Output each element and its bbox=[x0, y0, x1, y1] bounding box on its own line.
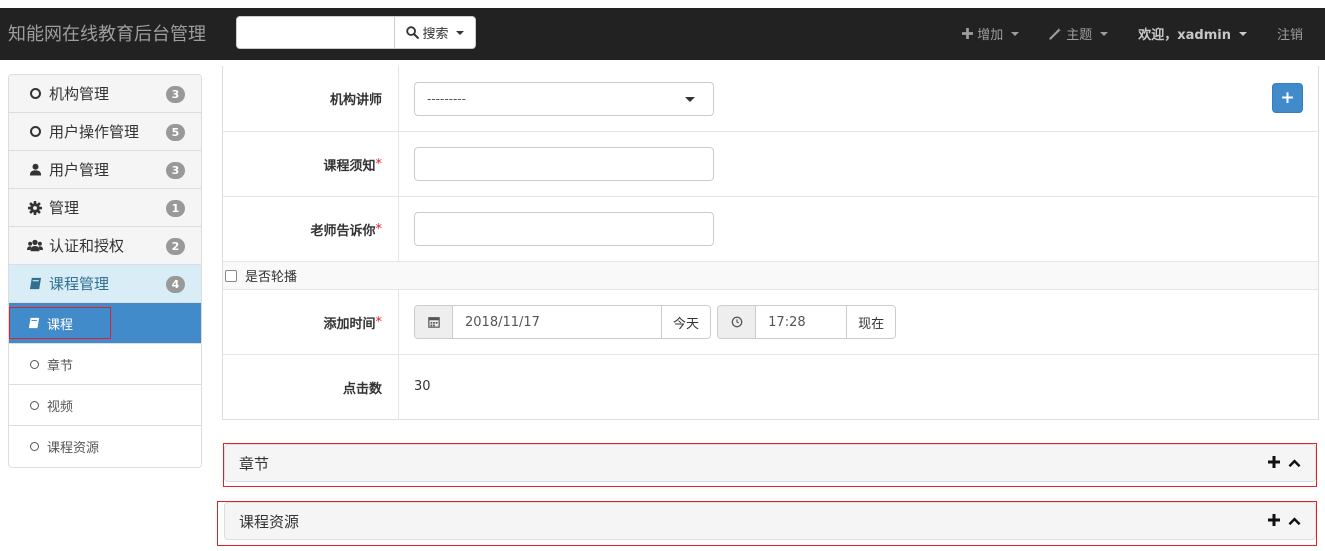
chapter-inline-panel: 章节 bbox=[224, 444, 1316, 482]
user-menu-label: 欢迎，xadmin bbox=[1138, 28, 1231, 43]
sidebar-subitem-chapter[interactable]: 章节 bbox=[9, 344, 201, 385]
theme-menu-label: 主题 bbox=[1066, 28, 1093, 43]
form-row-teacher-tell: 老师告诉你 * bbox=[223, 197, 1318, 262]
count-badge: 4 bbox=[166, 276, 185, 293]
sidebar-subitem-label: 视频 bbox=[47, 399, 74, 415]
chevron-down-icon bbox=[455, 30, 464, 35]
sidebar-item-label: 用户操作管理 bbox=[49, 123, 140, 141]
chevron-down-icon bbox=[685, 96, 695, 102]
magic-wand-icon bbox=[1049, 27, 1062, 40]
panel-title: 课程资源 bbox=[239, 512, 300, 531]
count-badge: 1 bbox=[166, 200, 185, 217]
nav-right: 增加 主题 欢迎，xadmin 注销 bbox=[962, 16, 1303, 51]
selection-outline bbox=[9, 307, 111, 339]
sidebar-subitem-course[interactable]: 课程 bbox=[9, 303, 201, 344]
form-row-teacher: 机构讲师 --------- + bbox=[223, 66, 1318, 132]
sidebar-item-label: 用户管理 bbox=[49, 161, 110, 179]
sidebar-subitem-label: 课程资源 bbox=[47, 441, 100, 456]
search-icon bbox=[406, 26, 420, 39]
date-input-group: 2018/11/17 今天 bbox=[414, 305, 712, 339]
circle-icon bbox=[29, 442, 39, 451]
search-button[interactable]: 搜索 bbox=[394, 17, 475, 48]
logout-link[interactable]: 注销 bbox=[1277, 24, 1303, 43]
required-mark: * bbox=[375, 156, 383, 172]
field-label: 点击数 bbox=[223, 355, 399, 420]
form-row-banner: 是否轮播 bbox=[223, 262, 1318, 290]
calendar-icon bbox=[415, 306, 453, 338]
required-mark: * bbox=[375, 221, 383, 237]
clock-icon bbox=[718, 306, 757, 338]
time-input[interactable]: 17:28 bbox=[756, 306, 847, 338]
add-teacher-button[interactable]: + bbox=[1272, 83, 1303, 113]
user-icon bbox=[29, 163, 41, 176]
sidebar-item-label: 认证和授权 bbox=[49, 237, 125, 255]
circle-icon bbox=[29, 88, 41, 99]
select-value: --------- bbox=[427, 92, 466, 106]
circle-icon bbox=[29, 400, 39, 410]
chevron-down-icon bbox=[1238, 31, 1247, 36]
field-label: 老师告诉你 * bbox=[223, 197, 399, 261]
clicks-value: 30 bbox=[414, 379, 431, 394]
count-badge: 3 bbox=[166, 86, 185, 103]
circle-icon bbox=[29, 126, 41, 137]
count-badge: 2 bbox=[166, 238, 185, 255]
resource-inline-panel: 课程资源 bbox=[224, 502, 1316, 540]
logout-label: 注销 bbox=[1276, 28, 1303, 43]
teacher-tell-input[interactable] bbox=[414, 212, 714, 246]
date-input[interactable]: 2018/11/17 bbox=[453, 306, 661, 338]
sidebar-subitem-video[interactable]: 视频 bbox=[9, 385, 201, 426]
today-button[interactable]: 今天 bbox=[661, 306, 711, 338]
chevron-down-icon bbox=[1100, 31, 1109, 36]
sidebar-item-label: 管理 bbox=[49, 199, 80, 217]
plus-icon bbox=[962, 28, 974, 39]
sidebar-item-auth[interactable]: 认证和授权 2 bbox=[9, 227, 201, 265]
banner-label: 是否轮播 bbox=[245, 270, 298, 285]
sidebar-item-course-mgmt[interactable]: 课程管理 4 bbox=[9, 265, 201, 303]
theme-menu[interactable]: 主题 bbox=[1049, 24, 1109, 43]
field-label: 添加时间 * bbox=[223, 290, 399, 354]
required-mark: * bbox=[375, 314, 383, 330]
add-menu-label: 增加 bbox=[977, 28, 1004, 43]
chevron-up-icon[interactable] bbox=[1288, 455, 1301, 472]
chevron-up-icon[interactable] bbox=[1288, 513, 1301, 530]
sidebar-item-admin[interactable]: 管理 1 bbox=[9, 189, 201, 227]
brand-title[interactable]: 知能网在线教育后台管理 bbox=[8, 20, 206, 46]
form-row-add-time: 添加时间 * 2018/11/17 今天 17:28 现在 bbox=[223, 290, 1318, 355]
form-row-clicks: 点击数 30 bbox=[223, 355, 1318, 420]
search-group: 搜索 bbox=[236, 16, 476, 49]
field-label: 机构讲师 bbox=[223, 66, 399, 131]
circle-icon bbox=[29, 359, 39, 369]
banner-checkbox[interactable] bbox=[225, 269, 237, 282]
plus-icon[interactable] bbox=[1268, 455, 1280, 472]
sidebar-menu: 机构管理 3 用户操作管理 5 用户管理 3 管理 1 认证和授权 2 课程管理… bbox=[8, 74, 202, 468]
sidebar-item-user-ops[interactable]: 用户操作管理 5 bbox=[9, 113, 201, 151]
search-button-label: 搜索 bbox=[422, 27, 449, 42]
notice-input[interactable] bbox=[414, 147, 714, 181]
sidebar-item-label: 机构管理 bbox=[49, 85, 110, 103]
panel-title: 章节 bbox=[239, 454, 270, 473]
add-menu[interactable]: 增加 bbox=[962, 24, 1020, 43]
count-badge: 5 bbox=[166, 124, 185, 141]
user-menu[interactable]: 欢迎，xadmin bbox=[1138, 24, 1247, 43]
plus-icon[interactable] bbox=[1268, 513, 1280, 530]
teacher-select[interactable]: --------- bbox=[414, 82, 714, 116]
gear-icon bbox=[28, 200, 42, 215]
field-label: 课程须知 * bbox=[223, 132, 399, 196]
sidebar-item-label: 课程管理 bbox=[49, 275, 110, 293]
sidebar-item-org[interactable]: 机构管理 3 bbox=[9, 75, 201, 113]
book-icon bbox=[29, 277, 41, 290]
chevron-down-icon bbox=[1011, 31, 1020, 36]
users-icon bbox=[27, 239, 43, 252]
now-button[interactable]: 现在 bbox=[846, 306, 896, 338]
count-badge: 3 bbox=[166, 162, 185, 179]
form-row-notice: 课程须知 * bbox=[223, 132, 1318, 197]
sidebar-subitem-resource[interactable]: 课程资源 bbox=[9, 426, 201, 467]
top-navbar: 知能网在线教育后台管理 搜索 增加 主题 欢迎，xadmin 注销 bbox=[0, 0, 1325, 60]
course-form: 机构讲师 --------- + 课程须知 * 老师告诉你 * 是否轮播 添加时… bbox=[222, 66, 1319, 420]
search-input[interactable] bbox=[237, 17, 394, 48]
sidebar-subitem-label: 章节 bbox=[47, 358, 74, 374]
sidebar-item-users[interactable]: 用户管理 3 bbox=[9, 151, 201, 189]
time-input-group: 17:28 现在 bbox=[717, 305, 897, 339]
